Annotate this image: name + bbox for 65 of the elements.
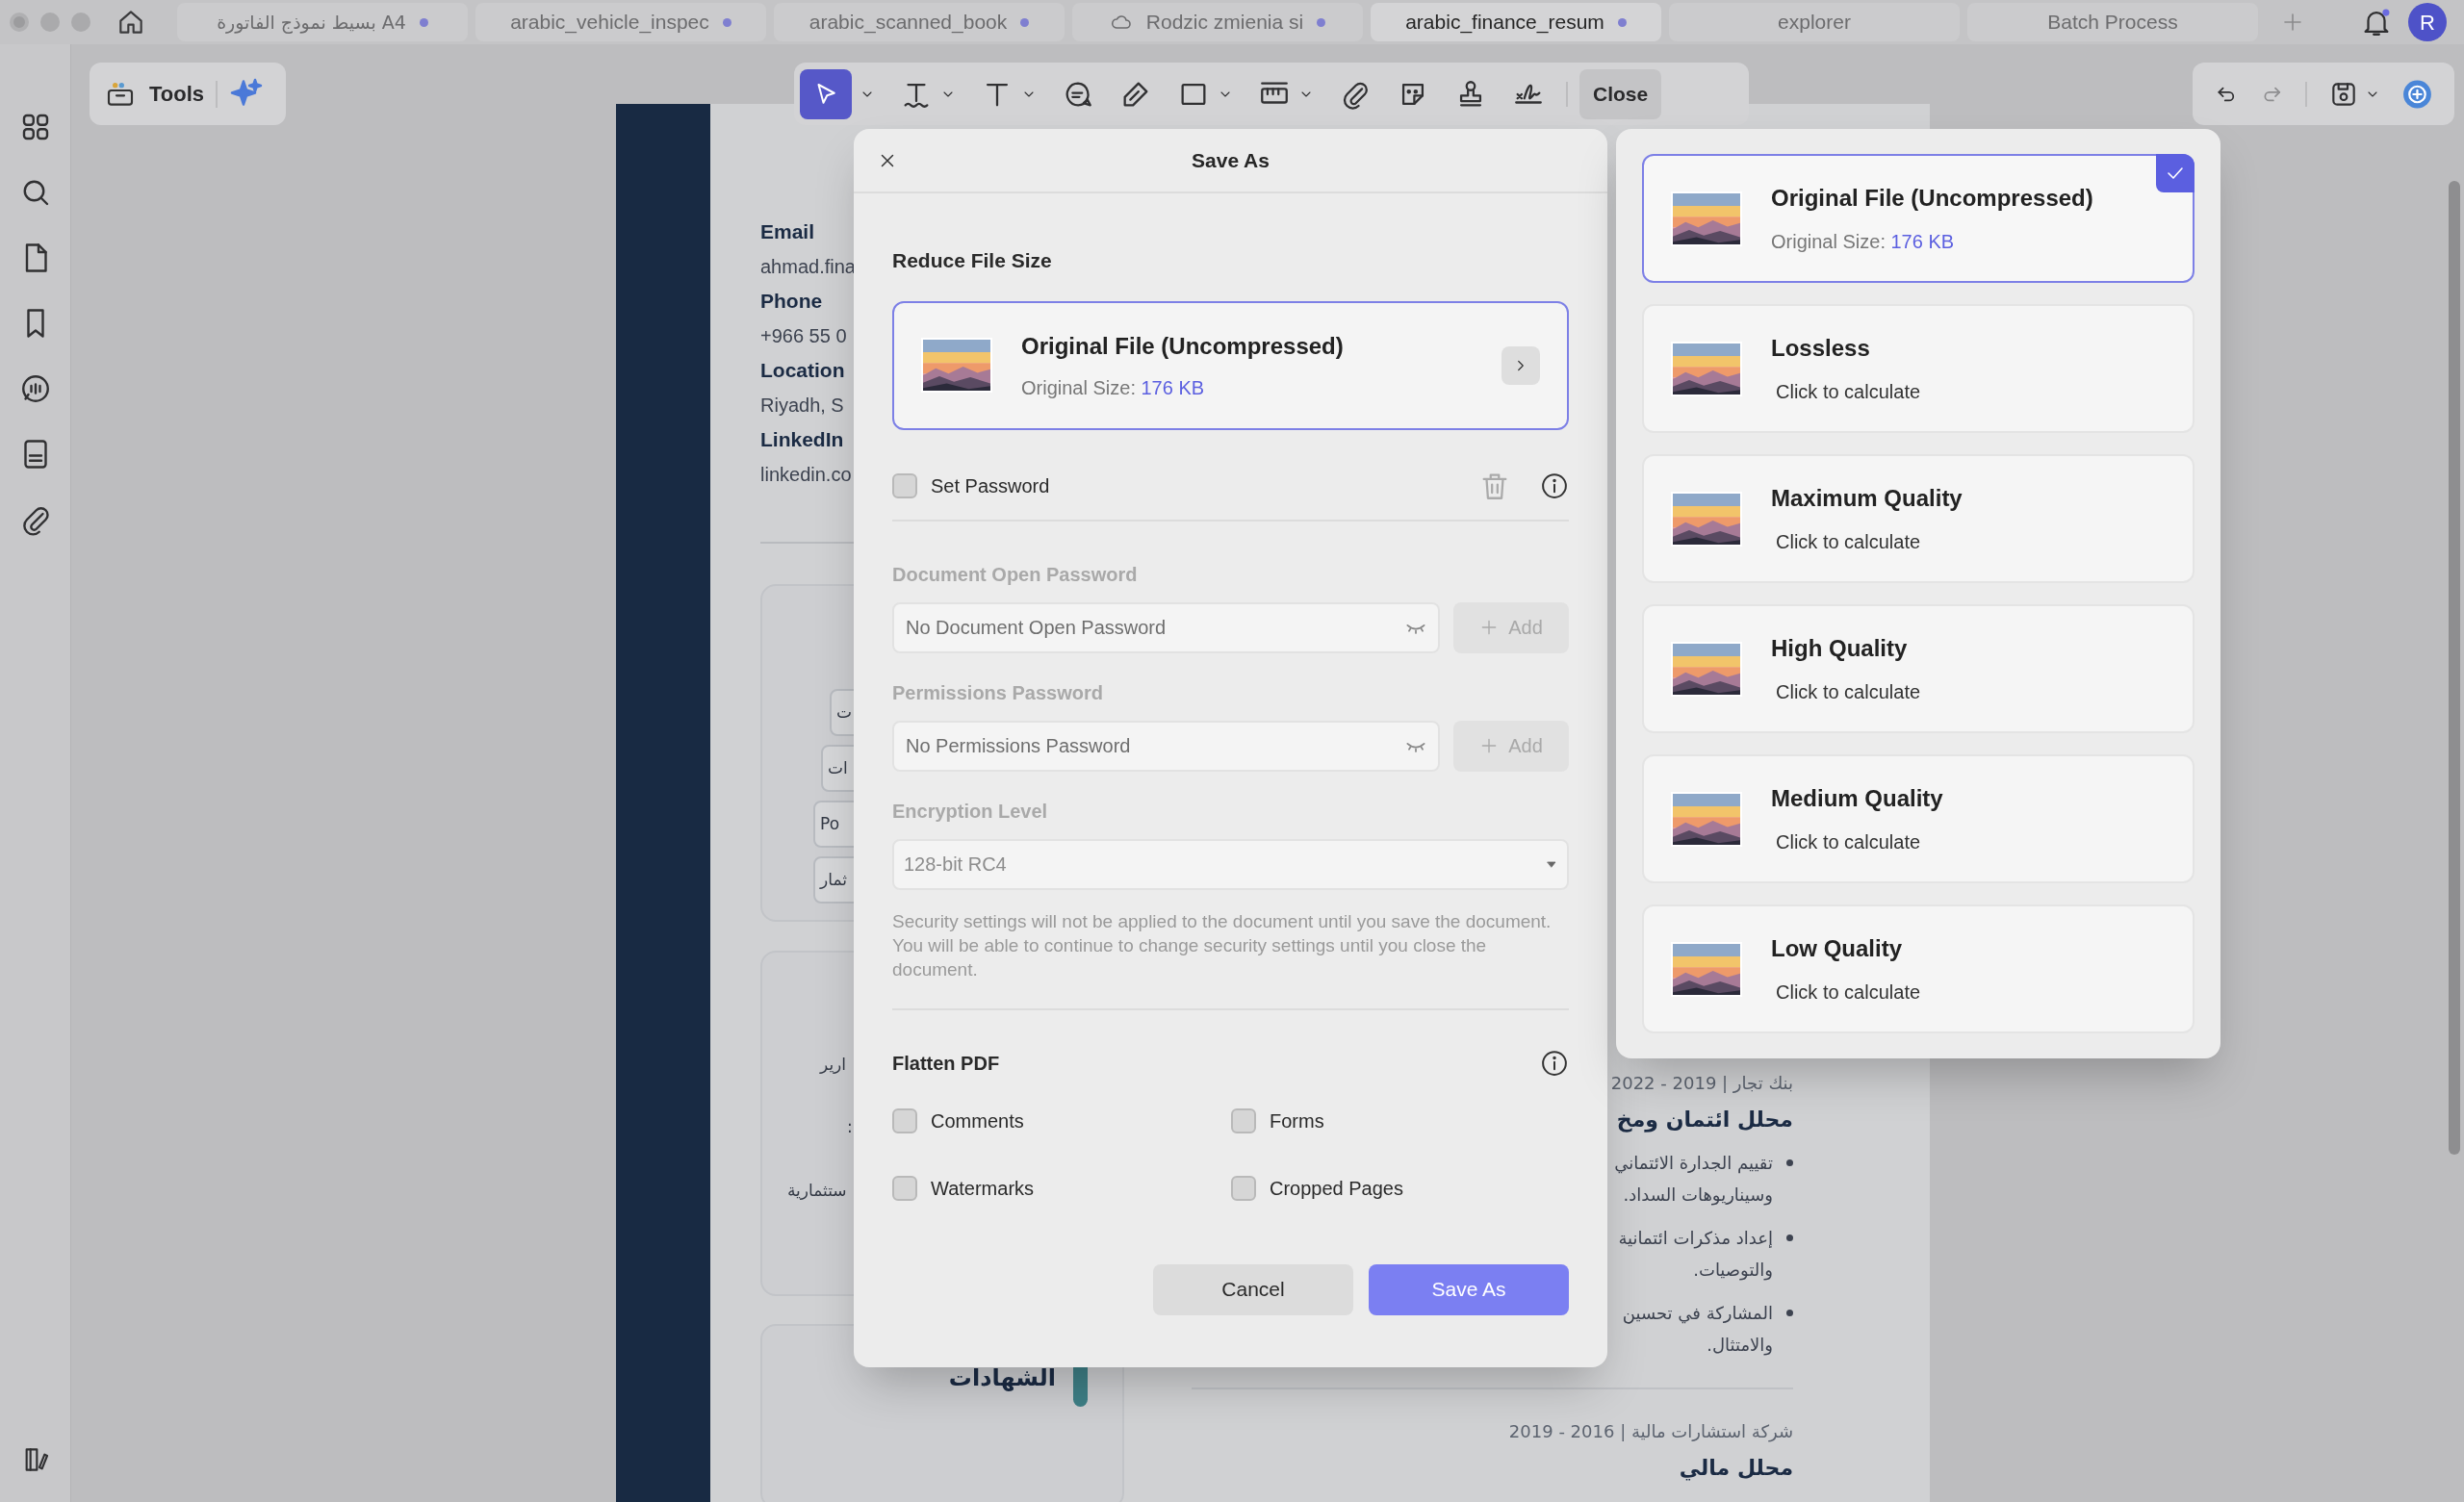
calculate-link[interactable]: Click to calculate [1776,677,1921,706]
security-note: Security settings will not be applied to the document until you save the document. You will be able to continue to change security settings until you close the document. [892,909,1553,981]
close-button[interactable]: Close [1579,68,1662,119]
field-label: Document Open Password [892,562,1139,587]
contact-label: Email [760,219,815,244]
info-icon[interactable] [1540,471,1569,500]
card-text: ستثمارية [787,1179,847,1202]
field-label: Encryption Level [892,799,1049,824]
contact-value: +966 55 0 [760,324,847,348]
contact-label: Location [760,358,845,383]
cancel-button[interactable]: Cancel [1153,1263,1353,1315]
checkbox[interactable] [1231,1107,1256,1133]
section-heading: Reduce File Size [892,248,1053,273]
job-title: محلل مالي [1679,1455,1793,1483]
section-heading: الشهادات [948,1363,1056,1394]
contact-label: LinkedIn [760,427,844,452]
job-title: محلل ائتمان ومخ [1616,1107,1793,1134]
tab[interactable]: arabic_finance_resum [1371,3,1661,41]
bullet-text: إعداد مذكرات ائتمانية والتوصيات. [1618,1227,1773,1283]
user-avatar[interactable]: R [2408,3,2447,41]
compression-option-card[interactable]: Original File (Uncompressed) Original Size: 176 KB [892,300,1569,430]
checkbox-label: Set Password [931,473,1050,498]
option-title: Maximum Quality [1771,484,1963,513]
compression-option-card[interactable]: Original File (Uncompressed) Original Size: 176 KB [1642,154,2194,283]
checkbox[interactable] [1231,1175,1256,1201]
compression-option-card[interactable]: Lossless Click to calculate [1642,304,2194,433]
checkbox-label: Watermarks [931,1176,1035,1201]
card-text: ارير [820,1053,847,1076]
calculate-link[interactable]: Click to calculate [1776,527,1963,556]
checkbox-label: Comments [931,1108,1024,1133]
select-tool-button[interactable] [800,68,852,119]
option-title: Original File (Uncompressed) [1771,184,2093,213]
card-text: : [847,1116,853,1138]
info-icon[interactable] [1540,1048,1569,1078]
bullet-text: تقييم الجدارة الائتماني وسيناريوهات السداد. [1614,1152,1773,1208]
option-size: Original Size: 176 KB [1771,230,1956,254]
contact-label: Phone [760,289,823,314]
option-title: High Quality [1771,634,1909,663]
calculate-link[interactable]: Click to calculate [1776,978,1921,1006]
compression-option-card[interactable]: Maximum Quality Click to calculate [1642,454,2194,583]
job-period: بنك تجار | 2019 - 2022 [1610,1072,1793,1095]
contact-value: linkedin.co [760,463,852,487]
contact-value: ahmad.fina [760,255,856,279]
checkbox-label: Forms [1270,1108,1324,1133]
scrollbar-thumb[interactable] [2449,181,2460,1155]
compression-option-card[interactable]: High Quality Click to calculate [1642,604,2194,733]
checkbox[interactable] [892,1107,917,1133]
bullet-text: المشاركة في تحسين والامتثال. [1622,1302,1773,1358]
checkbox[interactable] [892,472,917,498]
contact-value: Riyadh, S [760,394,844,418]
dialog-title: Save As [1192,147,1270,173]
calculate-link[interactable]: Click to calculate [1776,377,1921,406]
checkbox-label: Cropped Pages [1270,1176,1403,1201]
section-heading: Flatten PDF [892,1051,1001,1076]
dropdown-arrow-icon [1546,858,1557,870]
option-title: Low Quality [1771,934,1903,963]
option-title: Original File (Uncompressed) [1021,331,1345,361]
checkbox[interactable] [892,1175,917,1201]
compression-option-card[interactable]: Low Quality Click to calculate [1642,904,2194,1033]
option-title: Medium Quality [1771,784,1943,813]
job-period: شركة استشارات مالية | 2016 - 2019 [1508,1420,1793,1444]
calculate-link[interactable]: Click to calculate [1776,827,1943,856]
option-size: Original Size: 176 KB [1021,375,1206,400]
compression-option-card[interactable]: Medium Quality Click to calculate [1642,754,2194,883]
option-title: Lossless [1771,334,1871,363]
